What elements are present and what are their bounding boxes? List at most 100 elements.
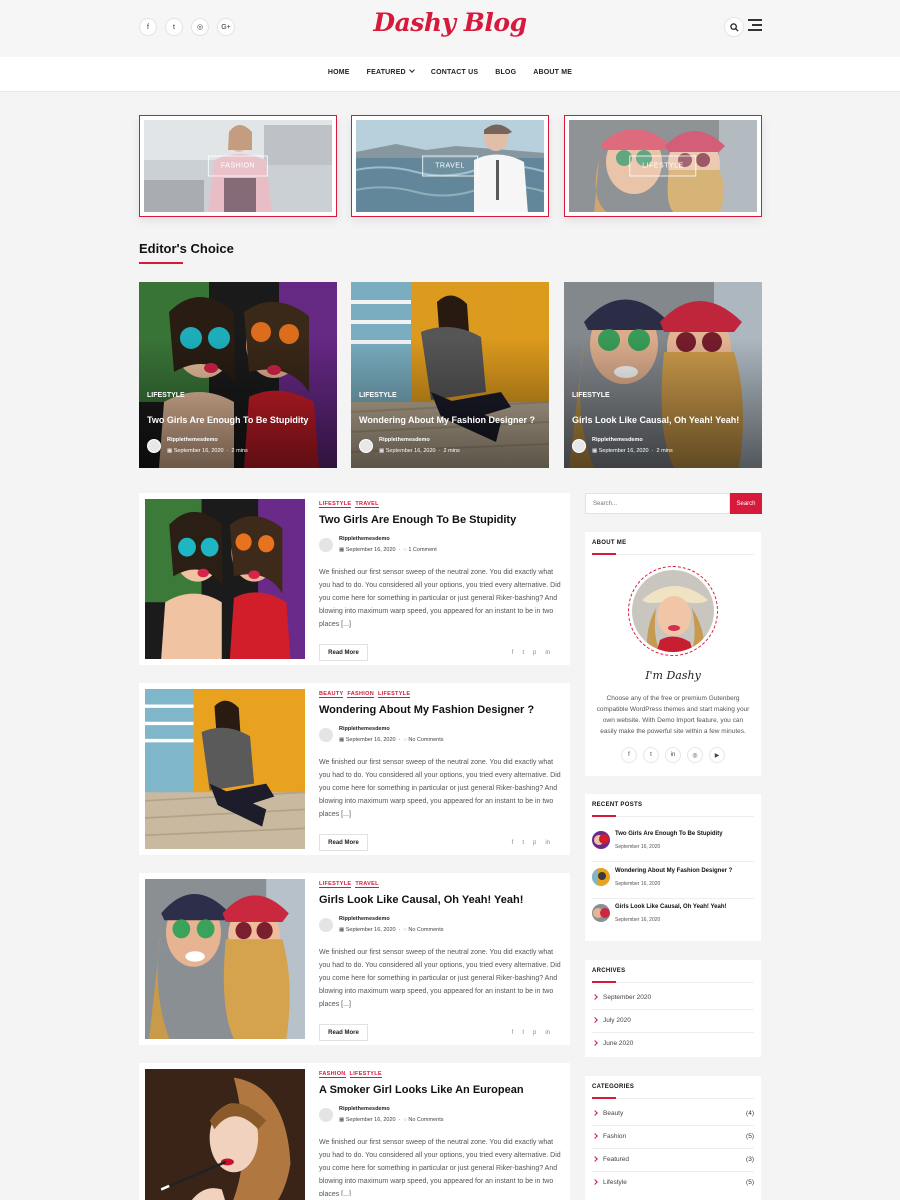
recent-post-title[interactable]: Girls Look Like Causal, Oh Yeah! Yeah! [615,904,727,910]
linkedin-icon[interactable]: in [665,747,681,763]
category-link[interactable]: LIFESTYLE [319,501,352,508]
facebook-icon[interactable]: f [512,1030,514,1036]
editors-choice-card[interactable]: LIFESTYLE Two Girls Are Enough To Be Stu… [139,282,337,468]
categories-widget: CATEGORIES Beauty (4) Fashion (5) Featured… [585,1076,761,1200]
post-thumbnail[interactable] [145,1069,305,1200]
main-navigation: HOME FEATURED CONTACT US BLOG ABOUT ME [0,57,900,92]
recent-post-title[interactable]: Wondering About My Fashion Designer ? [615,868,732,874]
twitter-icon[interactable]: t [522,1030,524,1036]
twitter-icon[interactable]: t [643,747,659,763]
card-category[interactable]: LIFESTYLE [147,392,185,399]
share-links: f t p in [512,840,550,846]
archive-link[interactable]: September 2020 [592,987,754,1010]
nav-about-me[interactable]: ABOUT ME [533,69,572,76]
nav-blog[interactable]: BLOG [495,69,516,76]
linkedin-icon[interactable]: in [545,840,550,846]
lifestyle-image: LIFESTYLE [569,120,757,212]
facebook-icon[interactable]: f [621,747,637,763]
category-link[interactable]: TRAVEL [355,881,379,888]
pinterest-icon[interactable]: p [533,840,536,846]
post-excerpt: We finished our first sensor sweep of th… [319,1139,561,1196]
search-toggle-button[interactable] [724,17,744,37]
category-link[interactable]: BEAUTY [319,691,344,698]
card-category[interactable]: LIFESTYLE [572,392,610,399]
sidebar-search-button[interactable]: Search [730,493,762,514]
post-title[interactable]: Wondering About My Fashion Designer ? [319,704,564,716]
smoker-image [145,1069,305,1200]
post-thumbnail[interactable] [145,879,305,1039]
facebook-icon[interactable]: f [512,650,514,656]
site-logo[interactable]: Dashy Blog [0,8,900,37]
archive-link[interactable]: June 2020 [592,1033,754,1056]
recent-post-item[interactable]: Girls Look Like Causal, Oh Yeah! Yeah! S… [592,899,754,935]
card-title[interactable]: Wondering About My Fashion Designer ? [359,415,545,425]
avatar [147,439,161,453]
card-category[interactable]: LIFESTYLE [359,392,397,399]
card-title[interactable]: Two Girls Are Enough To Be Stupidity [147,415,333,425]
calendar-icon: ▦ [339,547,345,553]
instagram-icon[interactable]: ◎ [687,747,703,763]
fashion-image: FASHION [144,120,332,212]
read-more-button[interactable]: Read More [319,644,368,661]
post-author[interactable]: Ripplethemesdemo [339,536,390,542]
post-author[interactable]: Ripplethemesdemo [339,916,390,922]
designer-image [145,689,305,849]
twitter-icon[interactable]: t [522,840,524,846]
linkedin-icon[interactable]: in [545,1030,550,1036]
card-meta: ▦ September 16, 2020 · 2 mins [167,448,248,454]
category-link[interactable]: TRAVEL [355,501,379,508]
post-categories: BEAUTY FASHION LIFESTYLE [319,691,564,698]
editors-choice-card[interactable]: LIFESTYLE Wondering About My Fashion Des… [351,282,549,468]
recent-post-title[interactable]: Two Girls Are Enough To Be Stupidity [615,831,723,837]
post-title[interactable]: Two Girls Are Enough To Be Stupidity [319,514,564,526]
category-link[interactable]: LIFESTYLE [319,881,352,888]
read-more-button[interactable]: Read More [319,1024,368,1041]
category-link[interactable]: LIFESTYLE [349,1071,382,1078]
chevron-right-icon [592,1040,598,1046]
post-thumbnail[interactable] [145,689,305,849]
category-link[interactable]: Featured (3) [592,1149,754,1172]
nav-home[interactable]: HOME [328,69,350,76]
comment-icon: ◌ [403,927,407,933]
category-card-lifestyle[interactable]: LIFESTYLE [564,115,762,217]
category-card-travel[interactable]: TRAVEL [351,115,549,217]
nav-featured[interactable]: FEATURED [367,67,415,76]
post-thumbnail[interactable] [145,499,305,659]
calendar-icon: ▦ [379,448,385,454]
card-author[interactable]: Ripplethemesdemo [592,437,643,443]
twitter-icon[interactable]: t [522,650,524,656]
category-link[interactable]: Beauty (4) [592,1103,754,1126]
youtube-icon[interactable]: ▶ [709,747,725,763]
category-card-fashion[interactable]: FASHION [139,115,337,217]
calendar-icon: ▦ [339,1117,345,1123]
category-link[interactable]: Fashion (5) [592,1126,754,1149]
card-author[interactable]: Ripplethemesdemo [167,437,218,443]
card-meta: ▦ September 16, 2020 · 2 mins [379,448,460,454]
category-link[interactable]: LIFESTYLE [377,691,411,698]
category-link[interactable]: Lifestyle (5) [592,1172,754,1195]
card-meta: ▦ September 16, 2020 · 2 mins [592,448,673,454]
post-title[interactable]: A Smoker Girl Looks Like An European [319,1084,564,1096]
archive-link[interactable]: July 2020 [592,1010,754,1033]
category-link[interactable]: FASHION [347,691,374,698]
editors-choice-card[interactable]: LIFESTYLE Girls Look Like Causal, Oh Yea… [564,282,762,468]
post-card: BEAUTY FASHION LIFESTYLE Wondering About… [139,683,570,855]
post-author[interactable]: Ripplethemesdemo [339,1106,390,1112]
post-author[interactable]: Ripplethemesdemo [339,726,390,732]
post-card: LIFESTYLE TRAVEL Girls Look Like Causal,… [139,873,570,1045]
category-link[interactable]: FASHION [319,1071,346,1078]
recent-post-item[interactable]: Wondering About My Fashion Designer ? Se… [592,863,754,899]
post-meta: Ripplethemesdemo ▦ September 16, 2020 · … [319,916,564,938]
post-title[interactable]: Girls Look Like Causal, Oh Yeah! Yeah! [319,894,564,906]
linkedin-icon[interactable]: in [545,650,550,656]
nav-contact-us[interactable]: CONTACT US [431,69,478,76]
recent-post-item[interactable]: Two Girls Are Enough To Be Stupidity Sep… [592,826,754,862]
read-more-button[interactable]: Read More [319,834,368,851]
facebook-icon[interactable]: f [512,840,514,846]
hamburger-menu-icon[interactable] [748,19,762,31]
pinterest-icon[interactable]: p [533,650,536,656]
card-author[interactable]: Ripplethemesdemo [379,437,430,443]
card-title[interactable]: Girls Look Like Causal, Oh Yeah! Yeah! [572,415,758,425]
pinterest-icon[interactable]: p [533,1030,536,1036]
sidebar-search-input[interactable]: Search... [585,493,730,514]
